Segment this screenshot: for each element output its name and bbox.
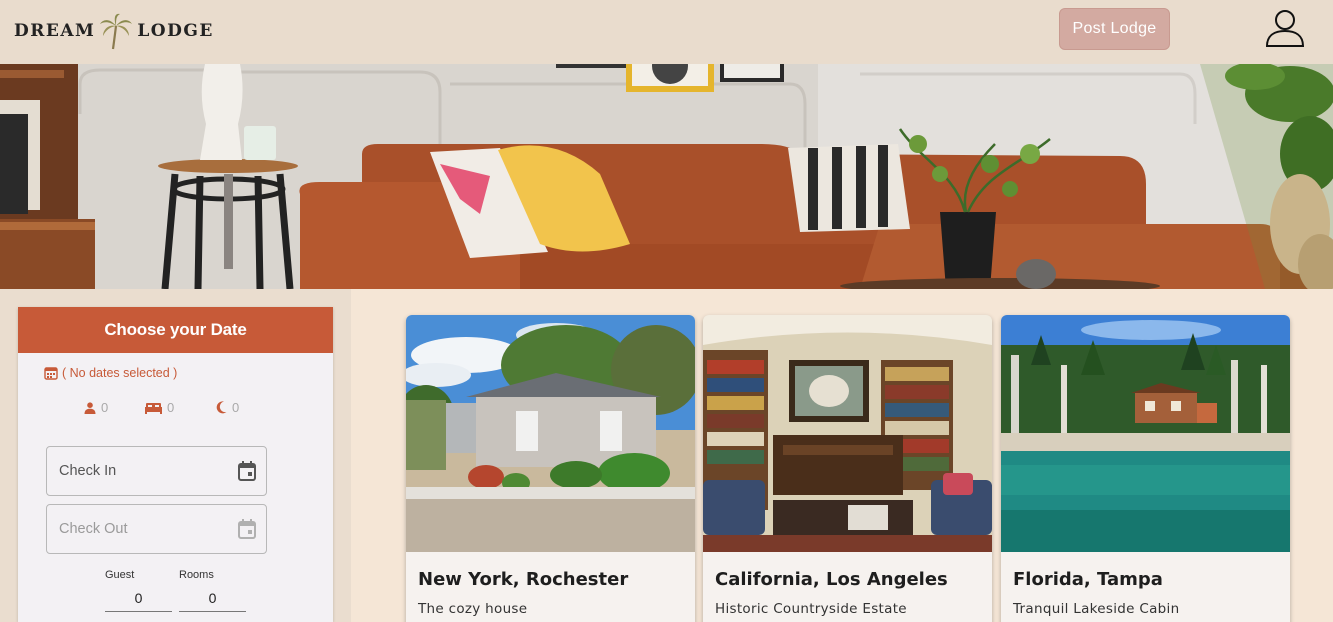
check-out-field[interactable]: Check Out	[46, 504, 267, 554]
check-in-field[interactable]: Check In	[46, 446, 267, 496]
panel-title: Choose your Date	[18, 307, 333, 353]
rooms-label: Rooms	[179, 569, 214, 581]
date-picker-panel: Choose your Date ( No dates selected ) 0…	[18, 307, 333, 622]
user-profile-icon[interactable]	[1265, 9, 1305, 47]
palm-tree-icon	[100, 13, 133, 50]
listing-photo	[1001, 315, 1290, 552]
post-lodge-button[interactable]: Post Lodge	[1059, 8, 1170, 50]
bed-icon	[145, 402, 162, 414]
beds-stat: 0	[145, 400, 174, 415]
no-dates-text: ( No dates selected )	[62, 366, 178, 380]
listing-title: New York, Rochester	[418, 569, 629, 590]
listing-card[interactable]: Florida, Tampa Tranquil Lakeside Cabin	[1001, 315, 1290, 622]
person-icon	[84, 401, 96, 414]
nights-count: 0	[232, 400, 240, 415]
check-in-label: Check In	[59, 463, 117, 479]
listing-title: Florida, Tampa	[1013, 569, 1163, 590]
listing-subtitle: Historic Countryside Estate	[715, 601, 907, 617]
listing-photo	[703, 315, 992, 552]
guests-count: 0	[101, 400, 109, 415]
listing-title: California, Los Angeles	[715, 569, 948, 590]
top-navbar: DREAM LODGE Post Lodge	[0, 0, 1333, 64]
check-out-label: Check Out	[59, 521, 128, 537]
calendar-icon[interactable]	[238, 461, 256, 481]
logo-text-lodge: LODGE	[137, 21, 214, 41]
listing-card[interactable]: New York, Rochester The cozy house	[406, 315, 695, 622]
brand-logo[interactable]: DREAM LODGE	[14, 12, 214, 50]
listing-card[interactable]: California, Los Angeles Historic Country…	[703, 315, 992, 622]
listing-subtitle: Tranquil Lakeside Cabin	[1013, 601, 1180, 617]
living-room-illustration	[0, 64, 1333, 289]
guest-input[interactable]: 0	[105, 587, 172, 612]
guest-label: Guest	[105, 569, 135, 581]
listing-subtitle: The cozy house	[418, 601, 528, 617]
moon-icon	[216, 401, 227, 414]
nights-stat: 0	[216, 400, 239, 415]
calendar-icon	[44, 367, 58, 380]
logo-text-dream: DREAM	[14, 21, 96, 41]
hero-banner-image	[0, 64, 1333, 289]
calendar-icon[interactable]	[238, 519, 256, 539]
booking-stats: 0 0 0	[18, 400, 333, 418]
guests-stat: 0	[84, 400, 108, 415]
beds-count: 0	[167, 400, 175, 415]
listing-photo	[406, 315, 695, 552]
selected-dates-summary: ( No dates selected )	[44, 366, 177, 380]
rooms-input[interactable]: 0	[179, 587, 246, 612]
